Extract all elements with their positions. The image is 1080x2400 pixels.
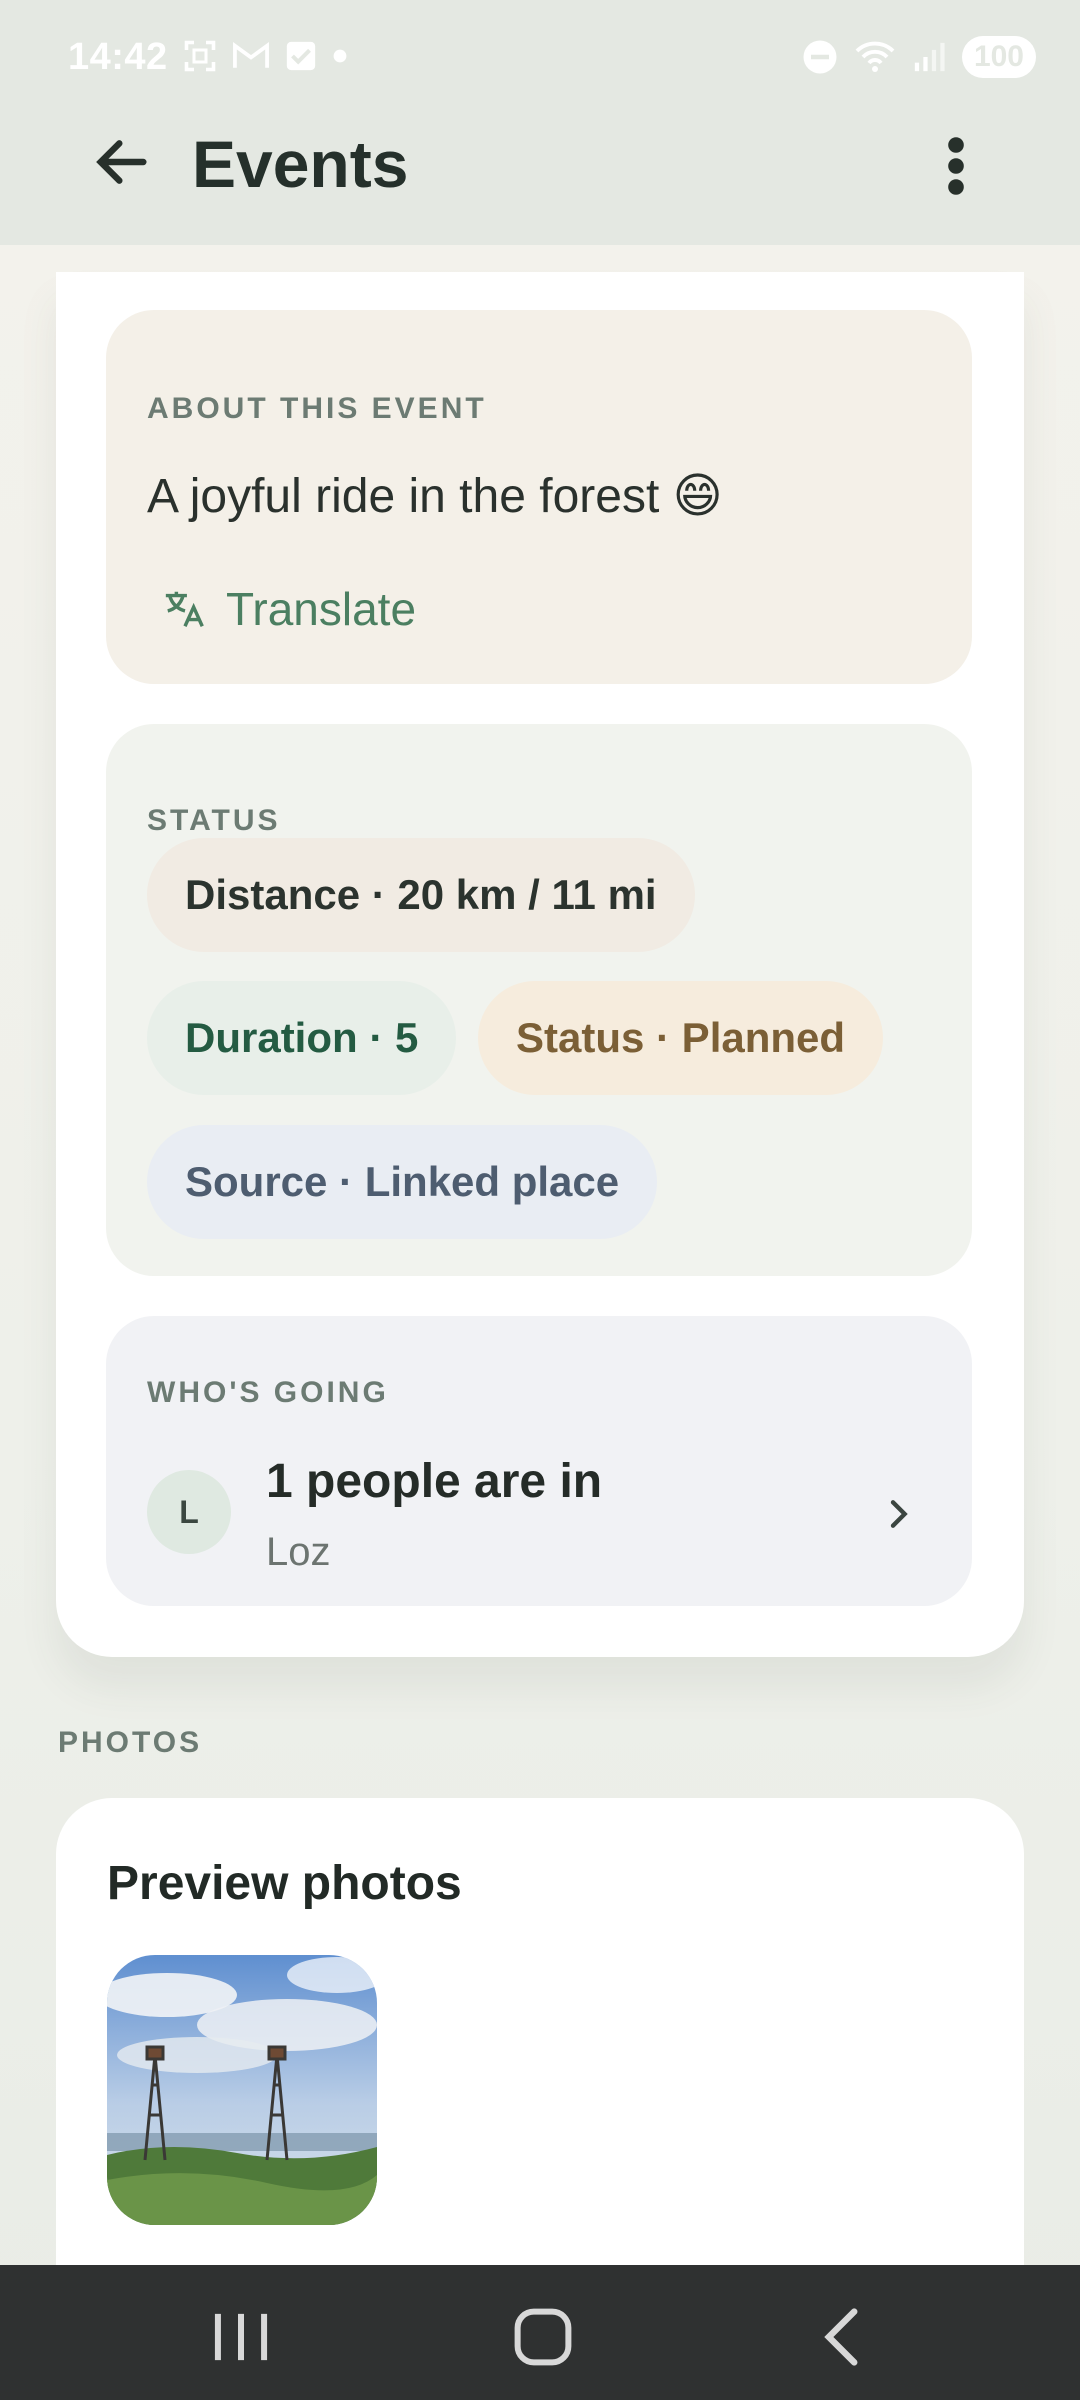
whos-going-label: WHO'S GOING: [147, 1376, 389, 1409]
photo-image: [107, 1955, 377, 2225]
recent-apps-icon[interactable]: [206, 2307, 276, 2367]
status-section: STATUS Distance · 20 km / 11 mi Duration…: [106, 724, 972, 1276]
source-chip: Source · Linked place: [147, 1125, 658, 1239]
status-label: STATUS: [147, 804, 281, 837]
more-vert-icon[interactable]: [930, 130, 982, 202]
battery-icon: 100: [961, 36, 1036, 78]
avatar: L: [147, 1470, 231, 1554]
nav-back-icon[interactable]: [810, 2307, 880, 2367]
attendees-row[interactable]: L 1 people are in Loz: [106, 1426, 972, 1586]
about-section: ABOUT THIS EVENT A joyful ride in the fo…: [106, 310, 972, 684]
status-time: 14:42: [68, 36, 168, 78]
dnd-icon: [803, 40, 837, 74]
home-icon[interactable]: [508, 2307, 578, 2367]
dot-icon: [333, 49, 347, 63]
status-bar: 14:42 100: [0, 0, 1080, 120]
tasks-icon: [286, 41, 316, 71]
attendee-names: Loz: [266, 1530, 331, 1574]
photos-card: Preview photos: [56, 1798, 1024, 2278]
event-photo-thumbnail[interactable]: [107, 1955, 377, 2225]
event-description: A joyful ride in the forest 😄: [147, 470, 723, 523]
photos-label: PHOTOS: [58, 1726, 203, 1759]
notification-icons: [182, 38, 348, 74]
translate-label: Translate: [226, 583, 417, 635]
chevron-right-icon: [890, 1500, 908, 1528]
system-navigation-bar: [0, 2265, 1080, 2400]
photos-title: Preview photos: [107, 1857, 462, 1910]
gmail-icon: [233, 42, 269, 68]
attendees-count: 1 people are in: [266, 1455, 603, 1508]
about-label: ABOUT THIS EVENT: [147, 392, 487, 425]
duration-chip: Duration · 5: [147, 981, 457, 1095]
system-icons: 100: [802, 36, 1036, 78]
back-arrow-icon[interactable]: [90, 130, 154, 194]
event-details-card: ABOUT THIS EVENT A joyful ride in the fo…: [56, 272, 1024, 1657]
translate-icon: [165, 591, 204, 627]
screenshot-icon: [184, 40, 216, 72]
wifi-icon: [855, 41, 895, 72]
whos-going-section: WHO'S GOING L 1 people are in Loz: [106, 1316, 972, 1606]
signal-icon: [914, 42, 945, 72]
distance-chip: Distance · 20 km / 11 mi: [147, 838, 695, 952]
top-app-area: 14:42 100 Events: [0, 0, 1080, 245]
page-title: Events: [192, 127, 409, 201]
status-chip: Status · Planned: [478, 981, 884, 1095]
translate-button[interactable]: Translate: [162, 582, 416, 636]
